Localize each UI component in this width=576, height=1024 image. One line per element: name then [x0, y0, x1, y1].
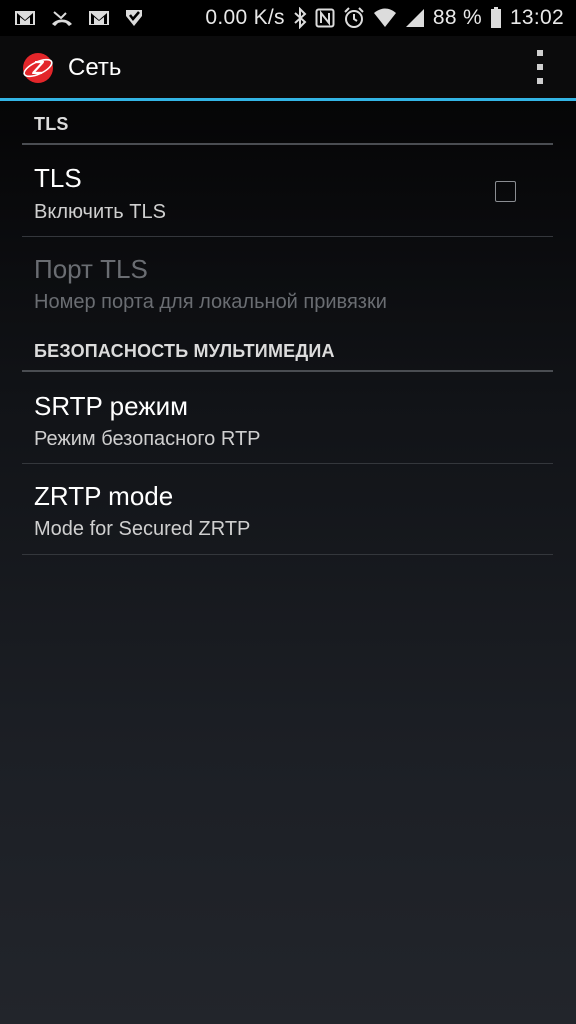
page-title: Сеть — [68, 54, 122, 81]
notification-icon — [124, 8, 144, 28]
preference-title: TLS — [34, 163, 82, 193]
action-bar-accent-line — [0, 98, 576, 101]
preference-summary: Mode for Secured ZRTP — [34, 518, 251, 540]
alarm-icon — [343, 7, 365, 29]
app-logo-icon[interactable]: Z — [22, 52, 54, 84]
overflow-dot — [537, 78, 543, 84]
tls-checkbox[interactable] — [495, 181, 516, 202]
preference-summary: Включить TLS — [34, 201, 166, 223]
gmail-icon — [88, 9, 110, 27]
battery-percent: 88 % — [432, 6, 482, 29]
preference-title: Порт TLS — [34, 254, 148, 284]
svg-text:Z: Z — [32, 58, 45, 78]
preference-summary: Номер порта для локальной привязки — [34, 291, 387, 313]
overflow-menu-button[interactable] — [526, 50, 554, 84]
category-header-tls: TLS — [34, 114, 69, 134]
status-bar: 0.00 K/s 88 % 13:02 — [0, 0, 576, 36]
preference-summary: Режим безопасного RTP — [34, 428, 261, 450]
preference-title: SRTP режим — [34, 391, 189, 421]
category-divider — [22, 143, 553, 145]
bluetooth-icon — [293, 7, 307, 29]
gmail-icon — [14, 9, 36, 27]
status-bar-notifications — [14, 8, 158, 28]
action-bar: Z Сеть — [0, 36, 576, 98]
overflow-dot — [537, 50, 543, 56]
overflow-dot — [537, 64, 543, 70]
category-header-media-security: БЕЗОПАСНОСТЬ МУЛЬТИМЕДИА — [34, 341, 335, 361]
category-divider — [22, 370, 553, 372]
signal-icon — [405, 8, 425, 28]
wifi-icon — [373, 8, 397, 28]
list-divider — [22, 554, 553, 555]
battery-icon — [490, 7, 502, 29]
missed-call-icon — [50, 9, 74, 27]
net-speed: 0.00 K/s — [205, 6, 285, 29]
nfc-icon — [315, 8, 335, 28]
clock: 13:02 — [509, 6, 564, 29]
status-bar-system: 0.00 K/s 88 % 13:02 — [197, 6, 564, 30]
preference-title: ZRTP mode — [34, 481, 174, 511]
